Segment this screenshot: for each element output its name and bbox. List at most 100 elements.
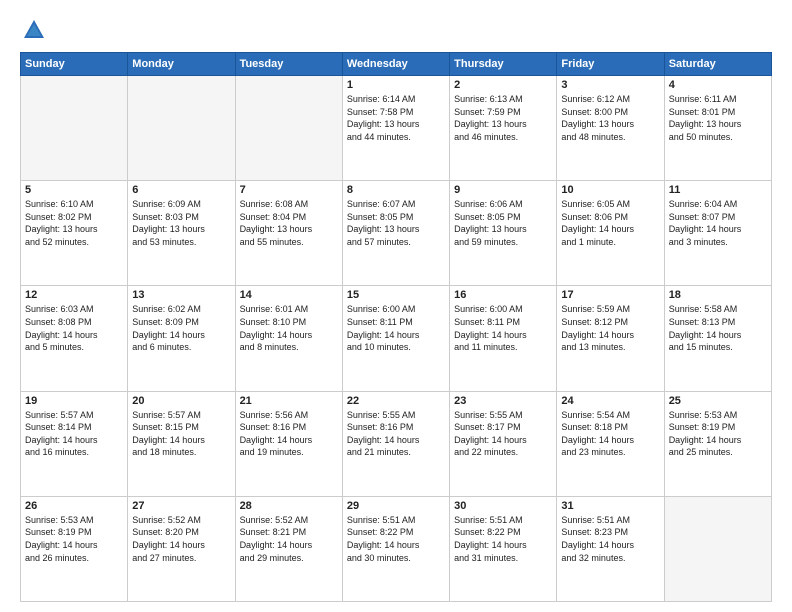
day-number: 9 — [454, 184, 552, 196]
calendar-header-cell-thursday: Thursday — [450, 53, 557, 76]
logo — [20, 16, 52, 44]
calendar-cell: 21 Sunrise: 5:56 AM Sunset: 8:16 PM Dayli… — [235, 391, 342, 496]
day-detail: Sunrise: 5:57 AM Sunset: 8:14 PM Dayligh… — [25, 409, 123, 459]
day-number: 15 — [347, 289, 445, 301]
calendar-cell: 29 Sunrise: 5:51 AM Sunset: 8:22 PM Dayli… — [342, 496, 449, 601]
day-number: 12 — [25, 289, 123, 301]
calendar-week-3: 19 Sunrise: 5:57 AM Sunset: 8:14 PM Dayli… — [21, 391, 772, 496]
calendar-cell: 25 Sunrise: 5:53 AM Sunset: 8:19 PM Dayli… — [664, 391, 771, 496]
calendar-cell: 31 Sunrise: 5:51 AM Sunset: 8:23 PM Dayli… — [557, 496, 664, 601]
day-detail: Sunrise: 6:03 AM Sunset: 8:08 PM Dayligh… — [25, 303, 123, 353]
day-number: 20 — [132, 395, 230, 407]
calendar-cell: 24 Sunrise: 5:54 AM Sunset: 8:18 PM Dayli… — [557, 391, 664, 496]
calendar-cell: 17Sunrise: 5:59 AM Sunset: 8:12 PM Dayli… — [557, 286, 664, 391]
calendar-cell: 20 Sunrise: 5:57 AM Sunset: 8:15 PM Dayli… — [128, 391, 235, 496]
calendar-header-cell-sunday: Sunday — [21, 53, 128, 76]
calendar-header-cell-saturday: Saturday — [664, 53, 771, 76]
day-detail: Sunrise: 5:51 AM Sunset: 8:22 PM Dayligh… — [454, 514, 552, 564]
calendar-cell — [21, 76, 128, 181]
calendar-header: SundayMondayTuesdayWednesdayThursdayFrid… — [21, 53, 772, 76]
day-detail: Sunrise: 6:00 AM Sunset: 8:11 PM Dayligh… — [454, 303, 552, 353]
day-detail: Sunrise: 5:51 AM Sunset: 8:22 PM Dayligh… — [347, 514, 445, 564]
calendar-cell: 11Sunrise: 6:04 AM Sunset: 8:07 PM Dayli… — [664, 181, 771, 286]
calendar-week-4: 26 Sunrise: 5:53 AM Sunset: 8:19 PM Dayli… — [21, 496, 772, 601]
day-number: 26 — [25, 500, 123, 512]
day-detail: Sunrise: 6:10 AM Sunset: 8:02 PM Dayligh… — [25, 198, 123, 248]
day-number: 27 — [132, 500, 230, 512]
day-detail: Sunrise: 5:59 AM Sunset: 8:12 PM Dayligh… — [561, 303, 659, 353]
day-number: 29 — [347, 500, 445, 512]
day-number: 19 — [25, 395, 123, 407]
day-detail: Sunrise: 6:12 AM Sunset: 8:00 PM Dayligh… — [561, 93, 659, 143]
calendar-cell: 14Sunrise: 6:01 AM Sunset: 8:10 PM Dayli… — [235, 286, 342, 391]
day-detail: Sunrise: 5:55 AM Sunset: 8:17 PM Dayligh… — [454, 409, 552, 459]
calendar-header-row: SundayMondayTuesdayWednesdayThursdayFrid… — [21, 53, 772, 76]
day-detail: Sunrise: 5:57 AM Sunset: 8:15 PM Dayligh… — [132, 409, 230, 459]
day-number: 31 — [561, 500, 659, 512]
day-detail: Sunrise: 5:54 AM Sunset: 8:18 PM Dayligh… — [561, 409, 659, 459]
calendar-cell: 3 Sunrise: 6:12 AM Sunset: 8:00 PM Daylig… — [557, 76, 664, 181]
day-number: 23 — [454, 395, 552, 407]
day-detail: Sunrise: 5:51 AM Sunset: 8:23 PM Dayligh… — [561, 514, 659, 564]
day-number: 21 — [240, 395, 338, 407]
day-number: 18 — [669, 289, 767, 301]
calendar-header-cell-tuesday: Tuesday — [235, 53, 342, 76]
calendar-cell: 16 Sunrise: 6:00 AM Sunset: 8:11 PM Dayli… — [450, 286, 557, 391]
day-number: 16 — [454, 289, 552, 301]
day-number: 1 — [347, 79, 445, 91]
day-detail: Sunrise: 6:14 AM Sunset: 7:58 PM Dayligh… — [347, 93, 445, 143]
calendar-cell: 18 Sunrise: 5:58 AM Sunset: 8:13 PM Dayli… — [664, 286, 771, 391]
day-number: 3 — [561, 79, 659, 91]
day-number: 2 — [454, 79, 552, 91]
calendar-cell: 1 Sunrise: 6:14 AM Sunset: 7:58 PM Daylig… — [342, 76, 449, 181]
day-detail: Sunrise: 5:53 AM Sunset: 8:19 PM Dayligh… — [25, 514, 123, 564]
calendar-cell — [128, 76, 235, 181]
day-detail: Sunrise: 6:07 AM Sunset: 8:05 PM Dayligh… — [347, 198, 445, 248]
day-detail: Sunrise: 5:56 AM Sunset: 8:16 PM Dayligh… — [240, 409, 338, 459]
day-number: 4 — [669, 79, 767, 91]
calendar-cell: 15Sunrise: 6:00 AM Sunset: 8:11 PM Dayli… — [342, 286, 449, 391]
day-detail: Sunrise: 6:13 AM Sunset: 7:59 PM Dayligh… — [454, 93, 552, 143]
day-number: 22 — [347, 395, 445, 407]
day-number: 6 — [132, 184, 230, 196]
day-detail: Sunrise: 6:04 AM Sunset: 8:07 PM Dayligh… — [669, 198, 767, 248]
calendar-cell: 2 Sunrise: 6:13 AM Sunset: 7:59 PM Daylig… — [450, 76, 557, 181]
calendar-cell: 30Sunrise: 5:51 AM Sunset: 8:22 PM Dayli… — [450, 496, 557, 601]
day-detail: Sunrise: 6:05 AM Sunset: 8:06 PM Dayligh… — [561, 198, 659, 248]
calendar-week-1: 5Sunrise: 6:10 AM Sunset: 8:02 PM Daylig… — [21, 181, 772, 286]
calendar-cell: 13Sunrise: 6:02 AM Sunset: 8:09 PM Dayli… — [128, 286, 235, 391]
calendar-cell: 23 Sunrise: 5:55 AM Sunset: 8:17 PM Dayli… — [450, 391, 557, 496]
day-number: 13 — [132, 289, 230, 301]
calendar-table: SundayMondayTuesdayWednesdayThursdayFrid… — [20, 52, 772, 602]
day-detail: Sunrise: 6:08 AM Sunset: 8:04 PM Dayligh… — [240, 198, 338, 248]
header — [20, 16, 772, 44]
day-detail: Sunrise: 6:01 AM Sunset: 8:10 PM Dayligh… — [240, 303, 338, 353]
calendar-cell: 27 Sunrise: 5:52 AM Sunset: 8:20 PM Dayli… — [128, 496, 235, 601]
day-detail: Sunrise: 5:52 AM Sunset: 8:20 PM Dayligh… — [132, 514, 230, 564]
calendar-cell: 9 Sunrise: 6:06 AM Sunset: 8:05 PM Daylig… — [450, 181, 557, 286]
calendar-cell: 22Sunrise: 5:55 AM Sunset: 8:16 PM Dayli… — [342, 391, 449, 496]
calendar-cell: 26 Sunrise: 5:53 AM Sunset: 8:19 PM Dayli… — [21, 496, 128, 601]
day-detail: Sunrise: 5:52 AM Sunset: 8:21 PM Dayligh… — [240, 514, 338, 564]
day-number: 28 — [240, 500, 338, 512]
day-detail: Sunrise: 5:58 AM Sunset: 8:13 PM Dayligh… — [669, 303, 767, 353]
calendar-header-cell-monday: Monday — [128, 53, 235, 76]
logo-icon — [20, 16, 48, 44]
day-number: 25 — [669, 395, 767, 407]
calendar-cell: 19 Sunrise: 5:57 AM Sunset: 8:14 PM Dayli… — [21, 391, 128, 496]
day-detail: Sunrise: 5:53 AM Sunset: 8:19 PM Dayligh… — [669, 409, 767, 459]
day-number: 8 — [347, 184, 445, 196]
day-number: 7 — [240, 184, 338, 196]
day-detail: Sunrise: 6:06 AM Sunset: 8:05 PM Dayligh… — [454, 198, 552, 248]
calendar-cell: 6 Sunrise: 6:09 AM Sunset: 8:03 PM Daylig… — [128, 181, 235, 286]
calendar-cell: 28 Sunrise: 5:52 AM Sunset: 8:21 PM Dayli… — [235, 496, 342, 601]
calendar-week-2: 12 Sunrise: 6:03 AM Sunset: 8:08 PM Dayli… — [21, 286, 772, 391]
calendar-cell: 8 Sunrise: 6:07 AM Sunset: 8:05 PM Daylig… — [342, 181, 449, 286]
day-number: 10 — [561, 184, 659, 196]
day-detail: Sunrise: 6:09 AM Sunset: 8:03 PM Dayligh… — [132, 198, 230, 248]
calendar-cell: 7 Sunrise: 6:08 AM Sunset: 8:04 PM Daylig… — [235, 181, 342, 286]
calendar-week-0: 1 Sunrise: 6:14 AM Sunset: 7:58 PM Daylig… — [21, 76, 772, 181]
day-number: 24 — [561, 395, 659, 407]
calendar-cell — [664, 496, 771, 601]
calendar-cell: 5Sunrise: 6:10 AM Sunset: 8:02 PM Daylig… — [21, 181, 128, 286]
